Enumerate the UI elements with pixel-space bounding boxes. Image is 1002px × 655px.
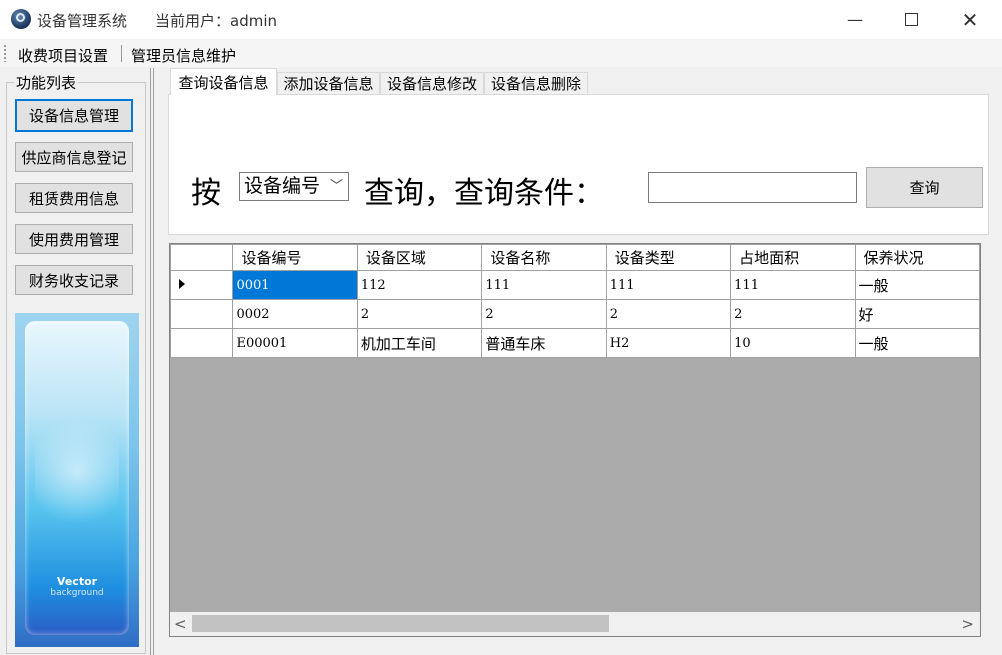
usage-fee-button[interactable]: 使用费用管理	[15, 224, 133, 254]
query-button[interactable]: 查询	[866, 167, 983, 208]
column-header[interactable]: 设备类型	[605, 244, 732, 271]
app-logo-icon	[11, 9, 31, 29]
window-title: 设备管理系统	[37, 12, 128, 30]
query-tab-page	[168, 94, 989, 235]
menu-admin-maintenance[interactable]: 管理员信息维护	[131, 45, 236, 66]
maximize-button[interactable]	[888, 0, 934, 39]
table-cell[interactable]: H2	[605, 328, 732, 358]
table-cell[interactable]: 0001	[232, 270, 358, 300]
window-right-edge	[991, 68, 1002, 655]
image-caption-title: Vector	[56, 575, 98, 588]
current-row-arrow-icon	[179, 278, 185, 289]
table-header-row: 设备编号 设备区域 设备名称 设备类型 占地面积 保养状况	[170, 244, 980, 271]
query-field-select[interactable]: 设备编号 ﹀	[239, 172, 349, 201]
column-header[interactable]: 占地面积	[730, 244, 856, 271]
rental-fee-button[interactable]: 租赁费用信息	[15, 183, 133, 213]
minimize-button[interactable]: —	[832, 0, 878, 39]
menu-bar: 收费项目设置 管理员信息维护	[0, 40, 1002, 67]
tab-add-equipment[interactable]: 添加设备信息	[277, 72, 380, 94]
table-cell[interactable]: 112	[356, 270, 483, 300]
table-cell[interactable]: 一般	[854, 328, 980, 358]
query-field-value: 设备编号	[244, 175, 321, 197]
column-header[interactable]: 设备名称	[481, 244, 607, 271]
chevron-down-icon: ﹀	[329, 179, 343, 194]
maximize-icon	[904, 13, 918, 26]
close-icon: ✕	[961, 7, 979, 32]
query-condition-label: 查询，查询条件：	[364, 176, 604, 211]
table-cell[interactable]: 10	[730, 328, 856, 358]
table-cell[interactable]: 2	[605, 299, 732, 329]
column-header[interactable]: 设备编号	[232, 244, 358, 271]
tab-edit-equipment[interactable]: 设备信息修改	[380, 72, 484, 94]
row-header[interactable]	[170, 328, 234, 358]
supplier-registration-button[interactable]: 供应商信息登记	[15, 142, 133, 172]
table-cell[interactable]: E00001	[232, 328, 358, 358]
title-bar: 设备管理系统 当前用户：admin — ✕	[0, 0, 1002, 39]
menu-separator	[121, 45, 122, 62]
table-cell[interactable]: 好	[854, 299, 980, 329]
decorative-background-image: Vector background	[15, 313, 139, 647]
scroll-left-icon[interactable]: <	[174, 615, 187, 633]
query-by-label: 按	[191, 176, 221, 211]
table-cell[interactable]: 111	[730, 270, 856, 300]
tab-query-equipment[interactable]: 查询设备信息	[170, 68, 277, 95]
row-header[interactable]	[170, 299, 234, 329]
query-condition-input[interactable]	[648, 172, 857, 203]
table-cell[interactable]: 一般	[854, 270, 980, 300]
column-header[interactable]: 设备区域	[356, 244, 483, 271]
table-cell[interactable]: 111	[481, 270, 607, 300]
function-list-title: 功能列表	[14, 72, 79, 93]
table-cell[interactable]: 111	[605, 270, 732, 300]
equipment-management-button[interactable]: 设备信息管理	[15, 99, 133, 132]
table-row[interactable]: 0002 2 2 2 2 好	[170, 299, 980, 329]
row-header[interactable]	[170, 270, 234, 300]
image-caption-subtitle: background	[50, 588, 104, 598]
equipment-table: 设备编号 设备区域 设备名称 设备类型 占地面积 保养状况 0001 112 1…	[170, 244, 980, 358]
tab-delete-equipment[interactable]: 设备信息删除	[484, 72, 588, 94]
table-cell[interactable]: 机加工车间	[356, 328, 483, 358]
current-user-label: 当前用户：admin	[155, 12, 278, 30]
scroll-right-icon[interactable]: >	[961, 615, 974, 633]
table-cell[interactable]: 2	[730, 299, 856, 329]
finance-records-button[interactable]: 财务收支记录	[15, 265, 133, 295]
menu-fee-settings[interactable]: 收费项目设置	[18, 45, 108, 66]
table-cell[interactable]: 2	[356, 299, 483, 329]
vector-card-graphic: Vector background	[25, 321, 129, 635]
row-header-corner	[170, 244, 234, 271]
table-row[interactable]: 0001 112 111 111 111 一般	[170, 270, 980, 300]
scrollbar-thumb[interactable]	[192, 615, 609, 632]
minimize-icon: —	[847, 10, 863, 29]
menu-grip-icon[interactable]	[4, 45, 6, 62]
table-cell[interactable]: 2	[481, 299, 607, 329]
panel-splitter[interactable]	[150, 68, 154, 655]
equipment-data-grid[interactable]: 设备编号 设备区域 设备名称 设备类型 占地面积 保养状况 0001 112 1…	[169, 243, 981, 637]
column-header[interactable]: 保养状况	[854, 244, 980, 271]
close-button[interactable]: ✕	[947, 0, 993, 39]
table-row[interactable]: E00001 机加工车间 普通车床 H2 10 一般	[170, 328, 980, 358]
table-cell[interactable]: 0002	[232, 299, 358, 329]
table-cell[interactable]: 普通车床	[481, 328, 607, 358]
horizontal-scrollbar[interactable]: < >	[169, 612, 981, 637]
